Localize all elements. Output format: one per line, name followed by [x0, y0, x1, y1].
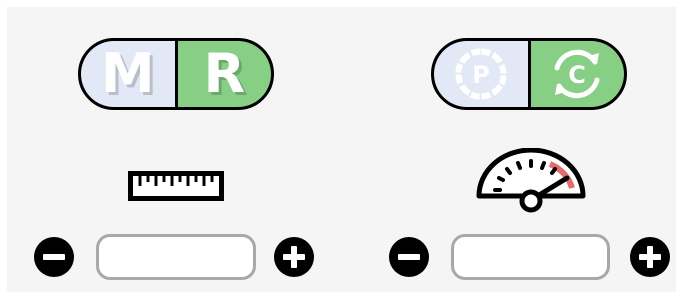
refresh-circle-icon: C: [554, 49, 600, 99]
mode-option-pause[interactable]: P: [434, 41, 531, 107]
speedometer-icon: [476, 148, 586, 213]
svg-text:P: P: [472, 61, 490, 89]
ruler-icon: [128, 171, 224, 201]
mode-option-m[interactable]: M: [81, 41, 178, 107]
pause-circle-icon: P: [454, 47, 508, 101]
minus-circle-icon: [43, 254, 65, 260]
measure-value-field[interactable]: [96, 234, 256, 280]
decrement-button-right[interactable]: [389, 237, 429, 277]
increment-button-left[interactable]: [274, 237, 314, 277]
mode-option-m-label: M: [100, 42, 155, 105]
speed-value-field[interactable]: [451, 234, 610, 280]
decrement-button-left[interactable]: [34, 237, 74, 277]
mode-option-refresh[interactable]: C: [530, 41, 624, 107]
speed-mode-toggle[interactable]: P C: [431, 38, 627, 110]
minus-circle-icon: [398, 254, 420, 260]
mode-option-r-label: R: [203, 42, 246, 105]
svg-text:C: C: [568, 61, 586, 89]
mode-option-r[interactable]: R: [177, 41, 271, 107]
measure-mode-toggle[interactable]: M R: [78, 38, 274, 110]
increment-button-right[interactable]: [630, 237, 670, 277]
